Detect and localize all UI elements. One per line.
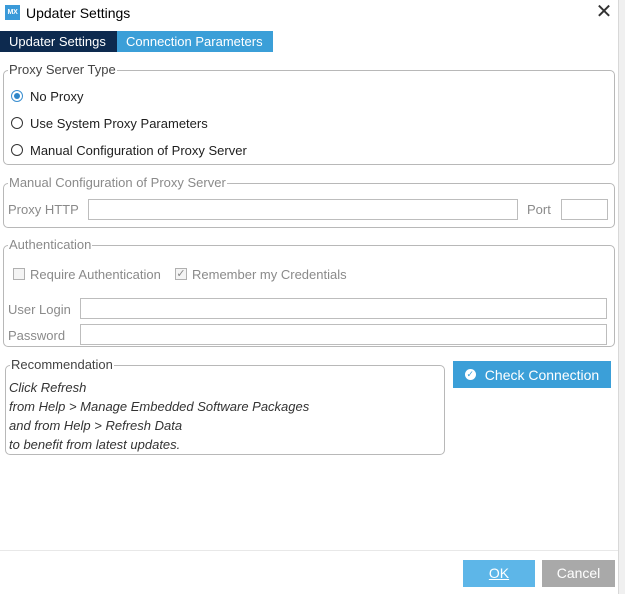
recommendation-line: from Help > Manage Embedded Software Pac… [9,399,310,414]
checkmark-icon[interactable]: ✓ [175,268,187,280]
radio-button[interactable] [11,144,23,156]
manual-config-group: Manual Configuration of Proxy Server Pro… [3,176,615,228]
recommendation-line: to benefit from latest updates. [9,437,181,452]
port-input[interactable] [561,199,608,220]
manual-config-legend: Manual Configuration of Proxy Server [8,175,227,190]
cancel-button[interactable]: Cancel [542,560,615,587]
proxy-http-input[interactable] [88,199,518,220]
proxy-http-label: Proxy HTTP [8,202,79,217]
remember-credentials-checkbox[interactable]: ✓ Remember my Credentials [175,266,347,282]
radio-no-proxy[interactable]: No Proxy [11,87,83,105]
tab-bar: Updater Settings Connection Parameters [0,31,618,52]
close-icon[interactable]: ✕ [592,2,616,24]
window-title: Updater Settings [26,5,131,21]
user-login-label: User Login [8,302,71,317]
user-login-input[interactable] [80,298,607,319]
password-input[interactable] [80,324,607,345]
recommendation-group: Recommendation Click Refresh from Help >… [5,358,445,455]
password-label: Password [8,328,66,343]
tab-connection-parameters[interactable]: Connection Parameters [117,31,273,52]
recommendation-line: Click Refresh [9,380,87,395]
proxy-server-type-group: Proxy Server Type No Proxy Use System Pr… [3,63,615,165]
require-authentication-checkbox[interactable]: Require Authentication [13,266,161,282]
recommendation-legend: Recommendation [10,357,114,372]
updater-settings-dialog: MX Updater Settings ✕ Updater Settings C… [0,0,618,594]
background-window-edge [618,0,625,594]
app-logo-icon: MX [5,5,20,20]
check-connection-label: Check Connection [484,366,600,383]
title-bar: MX Updater Settings ✕ [0,0,618,28]
proxy-server-type-legend: Proxy Server Type [8,62,117,77]
check-connection-button[interactable]: ✓ Check Connection [453,361,611,388]
tab-updater-settings[interactable]: Updater Settings [0,31,117,52]
recommendation-line: and from Help > Refresh Data [9,418,183,433]
checkbox-unchecked[interactable] [13,268,25,280]
radio-label-system-proxy: Use System Proxy Parameters [30,115,208,131]
radio-button-checked[interactable] [11,90,23,102]
radio-system-proxy[interactable]: Use System Proxy Parameters [11,114,208,132]
radio-button[interactable] [11,117,23,129]
require-authentication-label: Require Authentication [30,266,161,282]
port-label: Port [527,202,551,217]
radio-label-no-proxy: No Proxy [30,88,84,104]
authentication-legend: Authentication [8,237,93,252]
authentication-group: Authentication Require Authentication ✓ … [3,238,615,347]
radio-manual-proxy[interactable]: Manual Configuration of Proxy Server [11,141,247,159]
check-circle-icon: ✓ [464,369,476,380]
footer-divider [0,550,618,551]
ok-button[interactable]: OK [463,560,535,587]
remember-credentials-label: Remember my Credentials [192,266,347,282]
radio-label-manual-proxy: Manual Configuration of Proxy Server [30,142,247,158]
